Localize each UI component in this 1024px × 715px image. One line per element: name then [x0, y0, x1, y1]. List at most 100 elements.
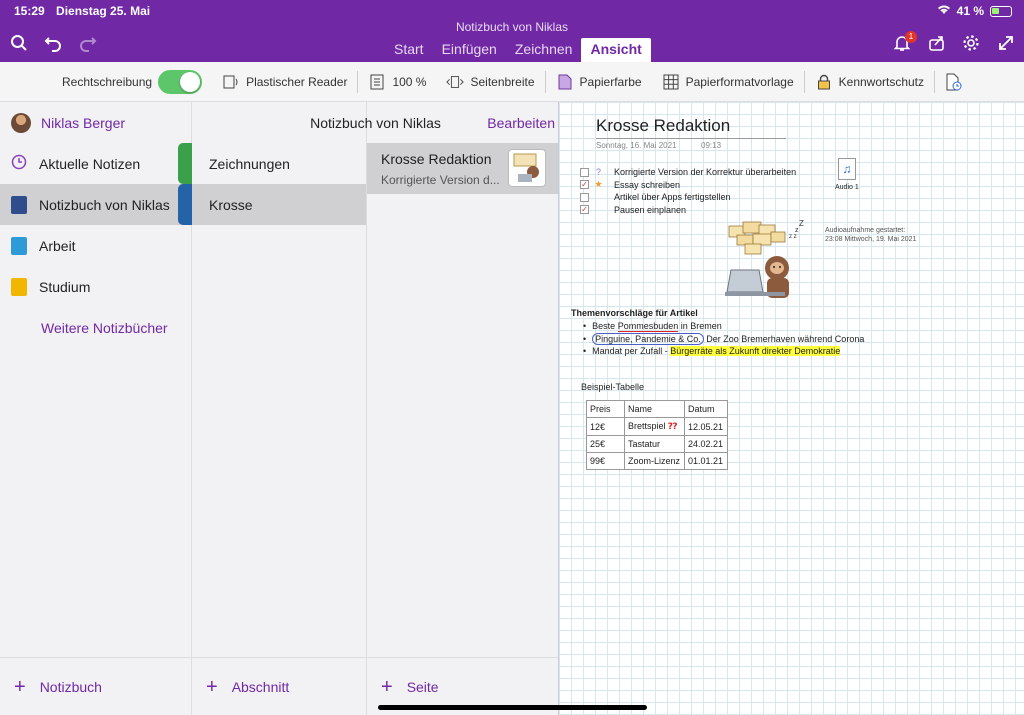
sloth-illustration[interactable]: z Z z z [719, 219, 805, 302]
svg-text:z: z [795, 227, 799, 234]
redo-icon[interactable] [77, 34, 99, 56]
status-time: 15:29 [14, 4, 45, 18]
notebook-header-title: Notizbuch von Niklas [310, 114, 441, 131]
page-width-button[interactable]: Seitenbreite [436, 62, 544, 101]
notebook-item-studium[interactable]: Studium [0, 266, 191, 307]
todo-list: ? Korrigierte Version der Korrektur über… [580, 166, 796, 216]
battery-percent: 41 % [956, 4, 984, 18]
add-notebook-label: Notizbuch [39, 678, 102, 695]
topic-item: Mandat per Zufall - Bürgerräte als Zukun… [571, 345, 864, 358]
spelling-toggle[interactable] [158, 69, 203, 94]
search-icon[interactable] [8, 34, 30, 56]
table-cell[interactable]: Name [624, 400, 685, 418]
todo-item: ✓ ★ Essay schreiben [580, 179, 796, 192]
page-history-icon [945, 73, 963, 91]
table-cell[interactable]: 25€ [586, 435, 625, 453]
audio-label: Audio 1 [835, 184, 859, 191]
table-row: 12€ Brettspiel ⁇ 12.05.21 [586, 417, 728, 436]
section-item-krosse[interactable]: Krosse [192, 184, 366, 225]
immersive-reader-button[interactable]: Plastischer Reader [212, 62, 357, 101]
todo-checkbox[interactable] [580, 167, 589, 177]
todo-checkbox[interactable] [580, 192, 589, 202]
plus-icon: + [381, 675, 393, 698]
home-indicator[interactable] [378, 705, 647, 710]
add-section-button[interactable]: + Abschnitt [192, 657, 366, 715]
ribbon-toolbar: Rechtschreibung Plastischer Reader 100 %… [0, 62, 1024, 102]
zoom-button[interactable]: 100 % [358, 62, 436, 101]
section-item-zeichnungen[interactable]: Zeichnungen [192, 143, 366, 184]
gear-icon[interactable] [960, 34, 982, 56]
clock-icon [11, 154, 27, 173]
star-tag-icon: ★ [594, 179, 603, 190]
highlighted-text: Bürgerräte als Zukunft direkter Demokrat… [670, 346, 841, 357]
todo-checkbox-checked[interactable]: ✓ [580, 205, 589, 215]
page-item[interactable]: Krosse Redaktion Korrigierte Version d..… [367, 143, 558, 194]
notebook-item-arbeit[interactable]: Arbeit [0, 225, 191, 266]
expand-icon[interactable] [995, 34, 1017, 56]
title-underline [596, 138, 786, 139]
spelling-marked-word: Pommesbuden [617, 321, 679, 333]
audio-attachment[interactable]: ♫ Audio 1 [835, 158, 859, 191]
table-cell[interactable]: 01.01.21 [684, 452, 728, 470]
note-date: Sonntag, 16. Mai 2021 [596, 141, 677, 150]
example-table[interactable]: Preis Name Datum 12€ Brettspiel ⁇ 12.05.… [586, 400, 728, 470]
note-canvas[interactable]: Krosse Redaktion Sonntag, 16. Mai 2021 0… [559, 102, 1024, 715]
note-title[interactable]: Krosse Redaktion [596, 116, 730, 136]
table-cell[interactable]: Brettspiel ⁇ [624, 417, 685, 436]
more-notebooks-link[interactable]: Weitere Notizbücher [0, 307, 191, 348]
notebook-label: Arbeit [39, 237, 76, 254]
table-cell[interactable]: Datum [684, 400, 728, 418]
ink-question-marks-icon: ⁇ [668, 421, 678, 431]
table-cell[interactable]: Preis [586, 400, 625, 418]
todo-checkbox-checked[interactable]: ✓ [580, 180, 589, 190]
topic-text-part: Der Zoo Bremerhaven während Corona [706, 333, 865, 344]
bell-icon[interactable]: 1 [891, 31, 917, 56]
svg-text:z z: z z [789, 234, 797, 240]
music-note-icon: ♫ [837, 158, 856, 180]
paper-color-button[interactable]: Papierfarbe [546, 62, 652, 101]
tab-ansicht[interactable]: Ansicht [581, 38, 651, 62]
add-page-label: Seite [406, 678, 439, 695]
share-icon[interactable] [926, 34, 948, 56]
page-width-icon [446, 73, 465, 91]
plus-icon: + [206, 675, 218, 698]
password-button[interactable]: Kennwortschutz [805, 62, 934, 101]
table-cell[interactable]: 24.02.21 [684, 435, 728, 453]
table-cell[interactable]: Tastatur [624, 435, 685, 453]
topic-item: Beste Pommesbuden in Bremen [571, 320, 864, 333]
edit-button[interactable]: Bearbeiten [487, 115, 555, 131]
tab-start[interactable]: Start [385, 38, 433, 62]
notebook-icon [11, 277, 27, 296]
tab-zeichnen[interactable]: Zeichnen [506, 38, 582, 62]
undo-icon[interactable] [42, 34, 64, 56]
page-width-label: Seitenbreite [470, 74, 535, 89]
table-cell[interactable]: Zoom-Lizenz [624, 452, 685, 470]
table-cell[interactable]: 99€ [586, 452, 625, 470]
table-row: 25€ Tastatur 24.02.21 [586, 435, 728, 453]
grid-icon [662, 73, 680, 91]
page-version-button[interactable] [935, 62, 973, 101]
notebook-icon [11, 236, 27, 255]
topic-text-part: in Bremen [680, 321, 722, 332]
topic-text: Mandat per Zufall - Bürgerräte als Zukun… [592, 346, 841, 357]
topic-text-part: Mandat per Zufall - [592, 346, 668, 357]
section-color-tab [178, 143, 192, 184]
add-notebook-button[interactable]: + Notizbuch [0, 657, 191, 715]
svg-text:Z: Z [799, 220, 804, 228]
table-cell-text: Brettspiel [628, 421, 666, 431]
template-button[interactable]: Papierformatvorlage [652, 62, 804, 101]
question-tag-icon: ? [595, 167, 601, 178]
reader-label: Plastischer Reader [246, 74, 348, 89]
account-row[interactable]: Niklas Berger [0, 102, 191, 143]
audio-note-line1: Audioaufnahme gestartet: [825, 227, 906, 234]
table-cell[interactable]: 12€ [586, 417, 625, 436]
notebooks-pane: Niklas Berger Aktuelle Notizen Notizbuch… [0, 102, 192, 715]
table-cell[interactable]: 12.05.21 [684, 417, 728, 436]
notebook-header: Notizbuch von Niklas Bearbeiten [192, 102, 559, 143]
table-caption: Beispiel-Tabelle [581, 382, 645, 392]
spelling-label: Rechtschreibung [62, 74, 153, 89]
page-icon [368, 73, 386, 91]
notebook-item-recent[interactable]: Aktuelle Notizen [0, 143, 192, 184]
tab-einfuegen[interactable]: Einfügen [433, 38, 506, 62]
notebook-item-niklas[interactable]: Notizbuch von Niklas [0, 184, 192, 225]
